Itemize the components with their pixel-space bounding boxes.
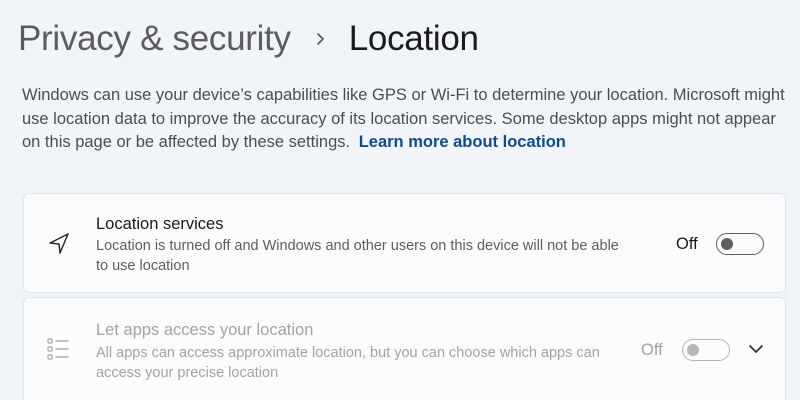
app-location-access-title: Let apps access your location xyxy=(96,321,314,339)
location-services-description: Location is turned off and Windows and o… xyxy=(96,238,619,274)
app-location-access-card[interactable]: Let apps access your location All apps c… xyxy=(23,297,786,400)
breadcrumb: Privacy & security Location xyxy=(18,14,479,64)
location-arrow-icon xyxy=(46,231,72,257)
app-list-icon xyxy=(46,336,72,362)
learn-more-location-link[interactable]: Learn more about location xyxy=(359,133,566,151)
page-title: Location xyxy=(348,19,479,58)
location-services-state-label: Off xyxy=(676,235,698,253)
expand-chevron-down-icon[interactable] xyxy=(746,341,766,357)
location-services-title: Location services xyxy=(96,215,224,233)
toggle-knob xyxy=(687,344,699,356)
location-services-toggle[interactable] xyxy=(716,233,764,255)
app-location-access-description: All apps can access approximate location… xyxy=(96,345,600,381)
location-description: Windows can use your device’s capabiliti… xyxy=(22,84,792,155)
toggle-knob xyxy=(721,238,733,250)
app-location-access-state-label: Off xyxy=(641,341,663,359)
breadcrumb-privacy-security[interactable]: Privacy & security xyxy=(18,19,291,59)
app-location-access-toggle[interactable] xyxy=(682,339,730,361)
location-services-card[interactable]: Location services Location is turned off… xyxy=(23,193,786,293)
breadcrumb-chevron-icon xyxy=(315,32,327,46)
